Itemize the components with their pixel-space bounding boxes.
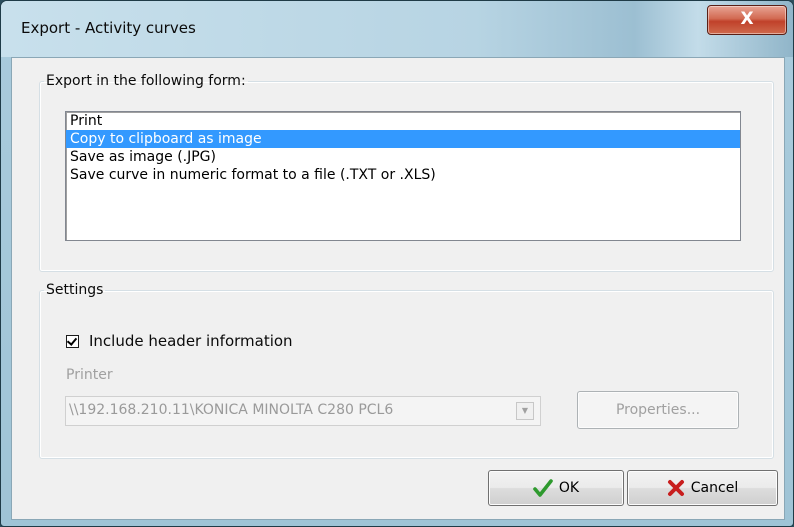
settings-group: Settings (39, 282, 774, 459)
chevron-down-icon[interactable]: ▼ (516, 402, 534, 420)
printer-select-value: \\192.168.210.11\KONICA MINOLTA C280 PCL… (69, 402, 394, 418)
checkmark-icon (66, 334, 78, 346)
close-button[interactable]: X (707, 5, 787, 35)
properties-button[interactable]: Properties... (577, 391, 739, 429)
list-item-save-as-image[interactable]: Save as image (.JPG) (66, 148, 740, 166)
close-icon: X (740, 9, 754, 29)
title-bar[interactable]: Export - Activity curves X (1, 1, 793, 57)
include-header-row[interactable]: Include header information (66, 332, 293, 350)
ok-button-label: OK (558, 480, 580, 496)
printer-label: Printer (66, 367, 113, 383)
list-item-copy-to-clipboard[interactable]: Copy to clipboard as image (66, 130, 740, 148)
ok-button[interactable]: OK (488, 470, 624, 506)
settings-legend: Settings (46, 282, 104, 298)
export-form-legend: Export in the following form: (46, 73, 246, 89)
printer-select[interactable]: \\192.168.210.11\KONICA MINOLTA C280 PCL… (65, 396, 541, 426)
list-item-print[interactable]: Print (66, 112, 740, 130)
list-item-save-numeric[interactable]: Save curve in numeric format to a file (… (66, 166, 740, 184)
dialog-client-area: Export in the following form: Print Copy… (11, 57, 785, 520)
include-header-label[interactable]: Include header information (89, 332, 293, 350)
cancel-button-label: Cancel (690, 480, 739, 496)
include-header-checkbox[interactable] (66, 334, 79, 348)
export-options-list[interactable]: Print Copy to clipboard as image Save as… (65, 111, 741, 241)
properties-button-label: Properties... (615, 402, 701, 418)
cancel-button[interactable]: Cancel (627, 470, 778, 506)
export-dialog-window: Export - Activity curves X Export in the… (0, 0, 794, 527)
window-title: Export - Activity curves (21, 19, 196, 37)
green-checkmark-icon (533, 479, 553, 497)
red-x-icon (667, 480, 684, 496)
